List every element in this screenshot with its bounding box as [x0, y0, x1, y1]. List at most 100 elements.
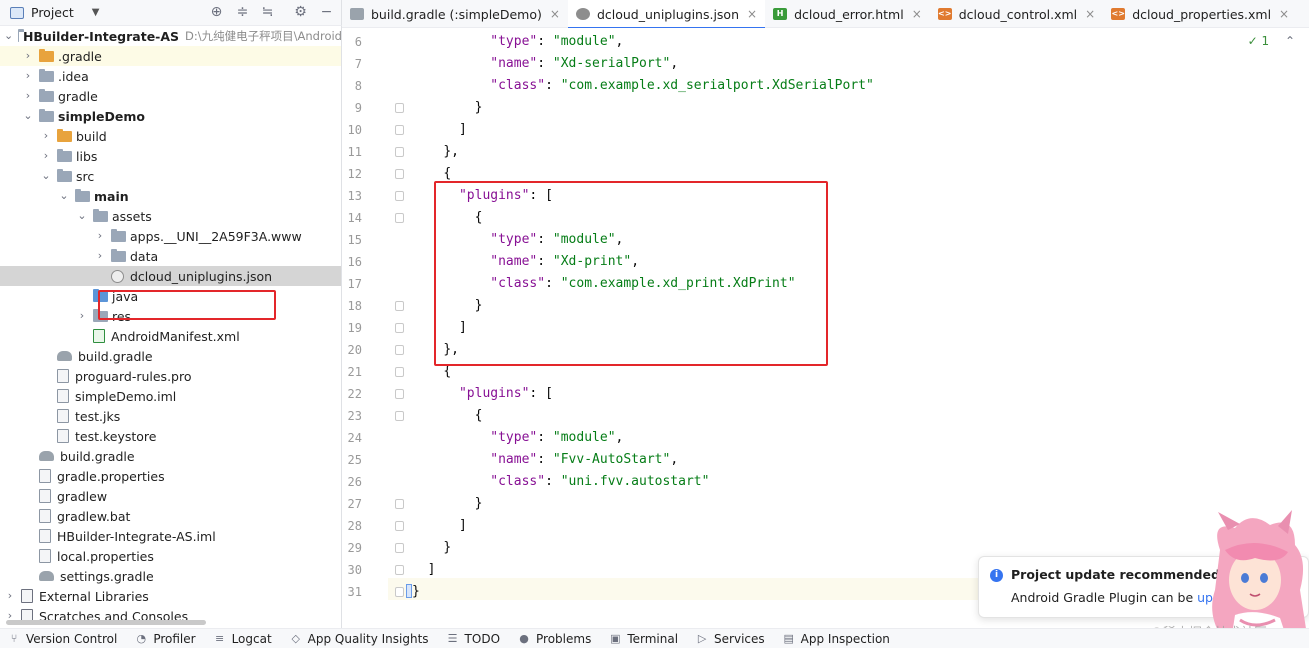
tree-item-gradle-properties[interactable]: gradle.properties: [0, 466, 341, 486]
tab-dcloud-control[interactable]: <> dcloud_control.xml ×: [930, 0, 1103, 28]
services-button[interactable]: ▷ Services: [696, 632, 765, 646]
tab-dcloud-properties[interactable]: <> dcloud_properties.xml ×: [1103, 0, 1297, 28]
fold-marker-icon[interactable]: [395, 191, 404, 201]
expand-all-icon[interactable]: ≑: [234, 4, 251, 21]
tree-item-main[interactable]: ⌄ main: [0, 186, 341, 206]
chevron-right-icon[interactable]: ›: [94, 230, 106, 242]
chevron-up-icon[interactable]: ⌃: [1285, 34, 1295, 48]
close-icon[interactable]: ×: [550, 7, 560, 21]
tree-item-gradle[interactable]: › gradle: [0, 86, 341, 106]
locate-icon[interactable]: ⊕: [208, 4, 225, 21]
tree-item-test-jks[interactable]: test.jks: [0, 406, 341, 426]
close-icon[interactable]: ×: [1279, 7, 1289, 21]
gradle-file-icon: [57, 351, 72, 361]
inspection-icon: ▤: [783, 631, 794, 645]
fold-marker-icon[interactable]: [395, 411, 404, 421]
inspection-widget[interactable]: ✓ 1 ⌃: [1248, 34, 1295, 48]
tree-item-simpledemo[interactable]: ⌄ simpleDemo: [0, 106, 341, 126]
fold-marker-icon[interactable]: [395, 103, 404, 113]
tree-item-label: simpleDemo.iml: [75, 388, 177, 404]
tree-item-settings-gradle[interactable]: settings.gradle: [0, 566, 341, 586]
code-editor[interactable]: 6 7 8 9 10 11 12 13 14 15 16 17 18 19 20 21 22 23 24 25 26 27…: [342, 28, 1309, 628]
gear-icon[interactable]: ⚙: [292, 4, 309, 21]
chevron-down-icon[interactable]: ▼: [92, 7, 100, 18]
chevron-right-icon[interactable]: ›: [22, 70, 34, 82]
json-key: "plugins": [458, 386, 530, 401]
tree-item-simpledemo-iml[interactable]: simpleDemo.iml: [0, 386, 341, 406]
tree-item-root-build-gradle[interactable]: build.gradle: [0, 446, 341, 466]
tree-item-gradle-dir[interactable]: › .gradle: [0, 46, 341, 66]
horizontal-scrollbar[interactable]: [6, 620, 206, 625]
tree-item-build[interactable]: › build: [0, 126, 341, 146]
tab-build-gradle[interactable]: build.gradle (:simpleDemo) ×: [342, 0, 568, 28]
chevron-right-icon[interactable]: ›: [4, 590, 16, 602]
close-icon[interactable]: ×: [912, 7, 922, 21]
tree-item-data[interactable]: › data: [0, 246, 341, 266]
terminal-button[interactable]: ▣ Terminal: [609, 632, 678, 646]
tab-dcloud-error[interactable]: H dcloud_error.html ×: [765, 0, 930, 28]
tree-item-assets[interactable]: ⌄ assets: [0, 206, 341, 226]
version-control-button[interactable]: ⑂ Version Control: [8, 632, 118, 646]
chevron-right-icon[interactable]: ›: [40, 130, 52, 142]
chevron-right-icon[interactable]: ›: [76, 310, 88, 322]
fold-marker-icon[interactable]: [395, 565, 404, 575]
tree-item-gradlew[interactable]: gradlew: [0, 486, 341, 506]
tree-item-label: src: [76, 168, 95, 184]
tree-item-module-build-gradle[interactable]: build.gradle: [0, 346, 341, 366]
profiler-button[interactable]: ◔ Profiler: [135, 632, 196, 646]
hide-panel-icon[interactable]: −: [318, 4, 335, 21]
tree-item-project-iml[interactable]: HBuilder-Integrate-AS.iml: [0, 526, 341, 546]
json-key: "class": [490, 78, 546, 93]
fold-marker-icon[interactable]: [395, 521, 404, 531]
chevron-right-icon[interactable]: ›: [22, 90, 34, 102]
fold-marker-icon[interactable]: [395, 125, 404, 135]
json-key: "type": [490, 34, 538, 49]
tree-item-src[interactable]: ⌄ src: [0, 166, 341, 186]
chevron-down-icon[interactable]: ⌄: [4, 30, 13, 42]
problems-button[interactable]: ● Problems: [518, 632, 591, 646]
logcat-button[interactable]: ≡ Logcat: [214, 632, 272, 646]
fold-marker-icon[interactable]: [395, 323, 404, 333]
tree-item-manifest[interactable]: AndroidManifest.xml: [0, 326, 341, 346]
tree-item-gradlew-bat[interactable]: gradlew.bat: [0, 506, 341, 526]
tree-item-idea[interactable]: › .idea: [0, 66, 341, 86]
chevron-right-icon[interactable]: ›: [94, 250, 106, 262]
chevron-down-icon[interactable]: ⌄: [58, 190, 70, 202]
app-quality-insights-button[interactable]: ◇ App Quality Insights: [290, 632, 428, 646]
fold-marker-icon[interactable]: [395, 587, 404, 597]
chevron-right-icon[interactable]: ›: [22, 50, 34, 62]
chevron-down-icon[interactable]: ⌄: [76, 210, 88, 222]
close-icon[interactable]: ×: [747, 7, 757, 21]
fold-marker-icon[interactable]: [395, 213, 404, 223]
line-number: 24: [347, 431, 362, 445]
project-view-selector[interactable]: Project: [31, 5, 74, 20]
fold-marker-icon[interactable]: [395, 499, 404, 509]
tree-item-test-keystore[interactable]: test.keystore: [0, 426, 341, 446]
file-icon: [39, 509, 51, 523]
fold-marker-icon[interactable]: [395, 389, 404, 399]
tree-item-proguard[interactable]: proguard-rules.pro: [0, 366, 341, 386]
close-icon[interactable]: ×: [1085, 7, 1095, 21]
chevron-down-icon[interactable]: ⌄: [22, 110, 34, 122]
fold-marker-icon[interactable]: [395, 147, 404, 157]
chevron-down-icon[interactable]: ⌄: [40, 170, 52, 182]
tree-item-libs[interactable]: › libs: [0, 146, 341, 166]
fold-marker-icon[interactable]: [395, 169, 404, 179]
tree-item-external-libraries[interactable]: › External Libraries: [0, 586, 341, 606]
collapse-all-icon[interactable]: ≒: [259, 4, 276, 21]
tree-item-local-properties[interactable]: local.properties: [0, 546, 341, 566]
fold-marker-icon[interactable]: [395, 543, 404, 553]
app-inspection-button[interactable]: ▤ App Inspection: [783, 631, 889, 646]
fold-marker-icon[interactable]: [395, 301, 404, 311]
chevron-right-icon[interactable]: ›: [40, 150, 52, 162]
tree-item-root[interactable]: ⌄ HBuilder-Integrate-AS D:\九纯健电子秤项目\Andr…: [0, 26, 341, 46]
tree-item-apps[interactable]: › apps.__UNI__2A59F3A.www: [0, 226, 341, 246]
fold-marker-icon[interactable]: [395, 367, 404, 377]
tree-item-label: HBuilder-Integrate-AS.iml: [57, 528, 216, 544]
fold-marker-icon[interactable]: [395, 345, 404, 355]
tree-item-dcloud-uniplugins[interactable]: dcloud_uniplugins.json: [0, 266, 341, 286]
tab-dcloud-uniplugins[interactable]: dcloud_uniplugins.json ×: [567, 0, 766, 29]
todo-button[interactable]: ☰ TODO: [447, 632, 500, 646]
